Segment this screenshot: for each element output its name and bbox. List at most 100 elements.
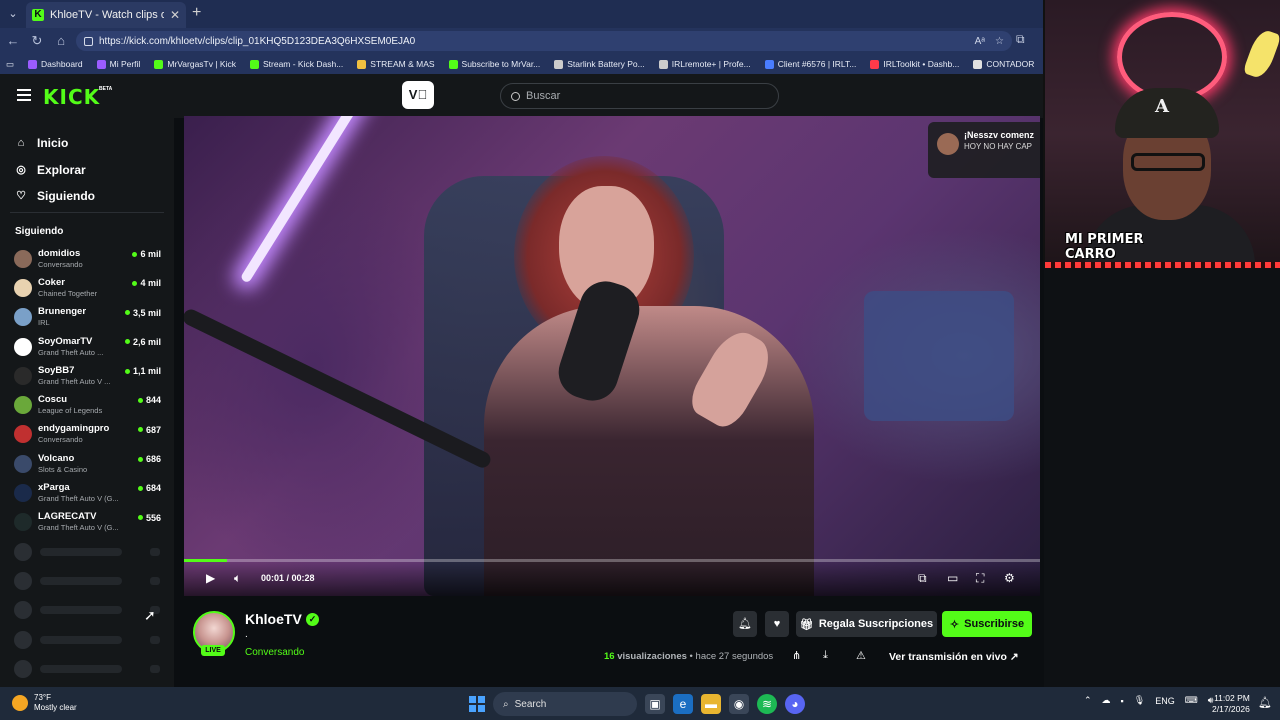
taskbar-clock[interactable]: 11:02 PM 2/17/2026 (1212, 693, 1250, 715)
bookmark-item[interactable]: IRLToolkit • Dashb... (870, 59, 959, 69)
notification-bell-icon[interactable]: 🔔︎ (733, 611, 757, 637)
subscribe-button[interactable]: ✧ Suscribirse (942, 611, 1032, 637)
bookmarks-menu-icon[interactable]: ▭ (6, 59, 14, 70)
volume-icon[interactable]: 🔈︎ (234, 571, 241, 586)
sidebar-channel-item[interactable]: endygamingpro Conversando 687 (14, 420, 164, 449)
channel-viewers: 6 mil (132, 249, 161, 259)
bookmark-item[interactable]: CONTADOR (973, 59, 1034, 69)
sidebar-channel-item[interactable]: domidios Conversando 6 mil (14, 244, 164, 273)
edge-icon[interactable]: e (673, 694, 693, 714)
nav-explorar[interactable]: ◎ Explorar (15, 157, 95, 184)
report-warning-icon[interactable]: ⚠ (856, 649, 866, 662)
home-icon: ⌂ (17, 137, 25, 150)
stream-category[interactable]: Conversando (245, 647, 304, 658)
bookmark-favicon-icon (96, 59, 106, 69)
sidebar-channel-item[interactable]: Volcano Slots & Casino 686 (14, 449, 164, 478)
sidebar-loading-placeholder (14, 625, 164, 654)
stream-title: . (245, 629, 248, 640)
bookmark-item[interactable]: Dashboard (28, 59, 83, 69)
channel-avatar (14, 454, 32, 473)
download-icon[interactable]: ⤓ (823, 649, 828, 662)
sidebar-channel-item[interactable]: Coker Chained Together 4 mil (14, 273, 164, 302)
bookmark-favicon-icon (554, 59, 564, 69)
discord-icon[interactable]: ◕ (785, 694, 805, 714)
language-indicator[interactable]: ENG (1155, 696, 1175, 706)
sidebar-channel-item[interactable]: Brunenger IRL 3,5 mil (14, 303, 164, 332)
task-view-icon[interactable]: ▣ (645, 694, 665, 714)
viewer-count: 844 (145, 395, 161, 406)
mini-player-icon[interactable]: ⧉ (918, 571, 927, 586)
menu-icon[interactable] (17, 89, 31, 101)
channel-avatar (14, 425, 32, 444)
clip-icon[interactable]: V⃞ (402, 81, 434, 109)
fullscreen-icon[interactable]: ⛶ (976, 571, 984, 586)
channel-category: Grand Theft Auto V ... (38, 376, 111, 386)
refresh-icon[interactable]: ↻ (28, 32, 46, 50)
bookmark-item[interactable]: Subscribe to MrVar... (448, 59, 540, 69)
mouse-cursor-icon: ➚ (144, 607, 156, 623)
bookmark-item[interactable]: IRLremote+ | Profe... (658, 59, 751, 69)
sidebar-channel-item[interactable]: LAGRECATV Grand Theft Auto V (G... 556 (14, 508, 164, 537)
bookmark-item[interactable]: Stream - Kick Dash... (249, 59, 343, 69)
favorite-star-icon[interactable]: ☆ (995, 36, 1004, 47)
network-icon[interactable]: ⌨ (1185, 695, 1198, 706)
obs-icon[interactable]: ◉ (729, 694, 749, 714)
viewer-count: 686 (145, 454, 161, 465)
channel-avatar (14, 249, 32, 268)
video-player[interactable]: ¡Nesszv comenz HOY NO HAY CAP ▶ 🔈︎ 00:01… (184, 116, 1040, 596)
search-box[interactable] (500, 83, 779, 109)
nav-inicio[interactable]: ⌂ Inicio (15, 130, 95, 157)
bookmark-item[interactable]: Client #6576 | IRLT... (764, 59, 856, 69)
taskbar-search[interactable]: ⌕ Search (493, 692, 637, 716)
bookmark-item[interactable]: MrVargasTv | Kick (154, 59, 236, 69)
nav-siguiendo[interactable]: ♡ Siguiendo (15, 183, 95, 210)
extensions-icon[interactable]: ⧉ (1016, 32, 1025, 47)
clock-date: 2/17/2026 (1212, 704, 1250, 714)
microphone-icon[interactable]: 🎙︎ (1134, 695, 1145, 706)
close-tab-icon[interactable]: ✕ (170, 8, 180, 22)
bookmark-label: STREAM & MAS (370, 59, 435, 69)
bookmark-item[interactable]: STREAM & MAS (357, 59, 435, 69)
kick-logo[interactable]: KICK (43, 85, 100, 109)
theater-mode-icon[interactable]: ▭ (947, 571, 958, 585)
notifications-icon[interactable]: 🔔︎ (1258, 696, 1272, 709)
share-icon[interactable]: ⋔ (792, 649, 801, 662)
back-icon[interactable]: ← (4, 32, 22, 50)
onedrive-icon[interactable]: ☁ (1102, 695, 1111, 706)
file-explorer-icon[interactable]: ▬ (701, 694, 721, 714)
tray-overflow-icon[interactable]: ⌃ (1084, 695, 1092, 706)
webcam-caption: MI PRIMER CARRO (1065, 232, 1144, 262)
live-dot-icon (137, 427, 143, 433)
gift-subs-button[interactable]: 🎁︎ Regala Suscripciones (796, 611, 937, 637)
tab-actions-icon[interactable]: ⌄ (4, 5, 22, 23)
weather-widget[interactable]: 73°F Mostly clear (12, 693, 77, 713)
browser-tab-active[interactable]: K KhloeTV - Watch clips on Kick ✕ (26, 2, 186, 28)
sidebar-loading-placeholder (14, 566, 164, 595)
search-icon: ⌕ (503, 698, 509, 710)
search-input[interactable] (526, 90, 756, 102)
tray-app-icon[interactable]: ▪ (1121, 696, 1124, 706)
sidebar-channel-item[interactable]: xParga Grand Theft Auto V (G... 684 (14, 478, 164, 507)
sidebar-channel-item[interactable]: SoyBB7 Grand Theft Auto V ... 1,1 mil (14, 361, 164, 390)
play-icon[interactable]: ▶ (206, 571, 215, 585)
watch-live-link[interactable]: Ver transmisión en vivo ↗ (889, 651, 1019, 663)
follow-heart-icon[interactable]: ♥ (765, 611, 789, 637)
bookmark-item[interactable]: Starlink Battery Po... (554, 59, 645, 69)
settings-icon[interactable]: ⚙ (1004, 571, 1015, 585)
read-aloud-icon[interactable]: Aᵃ (975, 36, 985, 47)
nav-label: Siguiendo (37, 189, 95, 204)
system-tray: ⌃ ☁ ▪ 🎙︎ ENG ⌨ 🔊︎ (1084, 695, 1213, 706)
watch-live-label: Ver transmisión en vivo (889, 651, 1007, 663)
channel-avatar (14, 278, 32, 297)
sidebar-channel-item[interactable]: SoyOmarTV Grand Theft Auto ... 2,6 mil (14, 332, 164, 361)
streamer-name[interactable]: KhloeTV (245, 611, 302, 627)
windows-start-icon[interactable] (469, 696, 485, 712)
new-tab-icon[interactable]: + (192, 4, 201, 22)
sidebar-channel-item[interactable]: Coscu League of Legends 844 (14, 390, 164, 419)
cap-logo: A (1155, 96, 1169, 117)
home-browser-icon[interactable]: ⌂ (52, 32, 70, 50)
live-dot-icon (137, 515, 143, 521)
bookmark-item[interactable]: Mi Perfil (96, 59, 140, 69)
url-field[interactable]: https://kick.com/khloetv/clips/clip_01KH… (76, 31, 1012, 51)
spotify-icon[interactable]: ≋ (757, 694, 777, 714)
